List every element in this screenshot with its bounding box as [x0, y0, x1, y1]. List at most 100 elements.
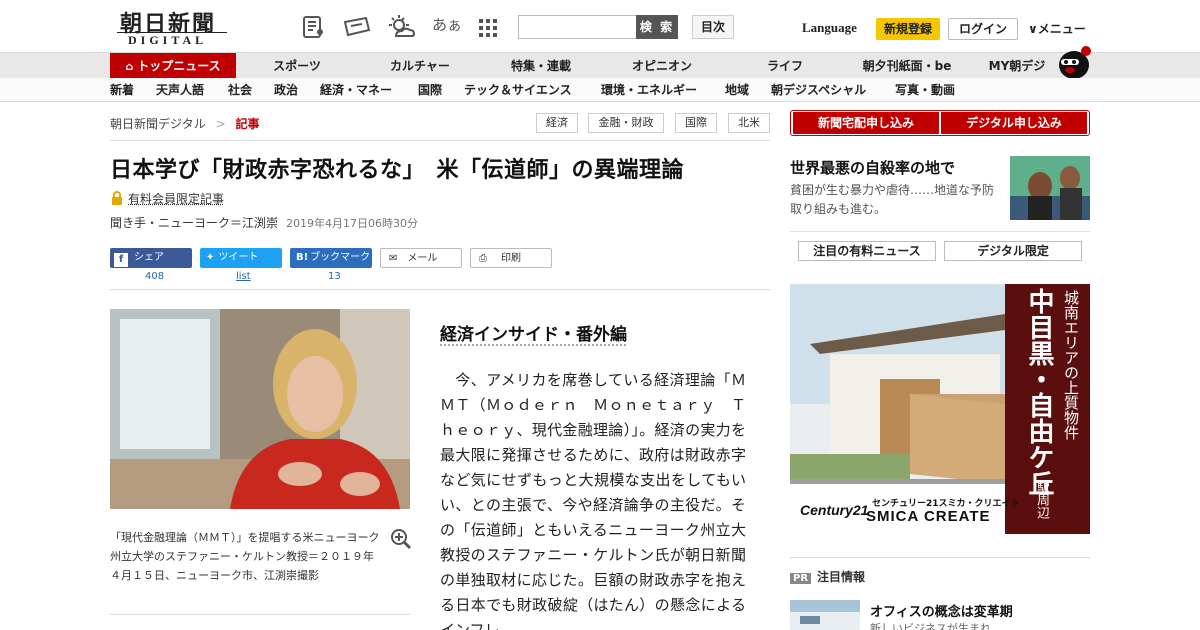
- subnav-photo[interactable]: 写真・動画: [895, 78, 955, 102]
- ad-banner[interactable]: 城南エリアの上質物件 中目黒・自由ケ丘 駅周辺 Century21 センチュリー…: [790, 284, 1090, 534]
- subnav-politics[interactable]: 政治: [274, 78, 298, 102]
- featured-title[interactable]: 世界最悪の自殺率の地で: [790, 157, 955, 178]
- hatena-bookmark-button[interactable]: B! ブックマーク: [290, 248, 372, 268]
- article-photo[interactable]: [110, 309, 410, 509]
- subnav-society[interactable]: 社会: [228, 78, 252, 102]
- font-size-icon[interactable]: あぁ: [432, 14, 462, 35]
- mascot-icon[interactable]: [1056, 45, 1092, 79]
- featured-thumbnail[interactable]: [1010, 156, 1090, 220]
- share-label: シェア: [134, 252, 164, 263]
- newspaper-delivery-button[interactable]: 新聞宅配申し込み: [793, 112, 939, 134]
- menu-label: メニュー: [1037, 22, 1086, 36]
- grid-icon[interactable]: [478, 14, 498, 40]
- share-count: 408: [145, 271, 165, 282]
- facebook-icon: f: [114, 253, 128, 267]
- login-button[interactable]: ログイン: [948, 18, 1018, 40]
- nav-features[interactable]: 特集・連載: [500, 53, 582, 79]
- facebook-share-button[interactable]: f シェア: [110, 248, 192, 268]
- mail-label: メール: [407, 253, 438, 264]
- article-body: 今、アメリカを席巻している経済理論「ＭＭＴ（Ｍｏｄｅｒｎ Ｍｏｎｅｔａｒｙ Ｔｈ…: [440, 371, 746, 630]
- tweet-label: ツイート: [218, 252, 259, 263]
- ad-tagline: 城南エリアの上質物件: [1062, 290, 1080, 440]
- pr-subtitle: 新しいビジネスが生まれ: [870, 622, 991, 630]
- chevron-down-icon: ∨: [1028, 22, 1038, 36]
- subnav-tensei[interactable]: 天声人語: [156, 78, 204, 102]
- byline-author: 聞き手・ニューヨーク＝江渕崇: [110, 216, 279, 230]
- divider: [110, 140, 770, 141]
- ad-company-en: SMICA CREATE: [866, 508, 991, 525]
- newspaper-icon[interactable]: [300, 14, 326, 40]
- print-label: 印刷: [501, 253, 521, 264]
- home-icon: ⌂: [125, 60, 134, 73]
- article-title: 日本学び「財政赤字恐れるな」 米「伝道師」の異端理論: [110, 158, 685, 183]
- divider: [110, 289, 770, 290]
- tag-economy[interactable]: 経済: [536, 113, 578, 133]
- logo-digital[interactable]: DIGITAL: [128, 33, 207, 48]
- subnav-tech[interactable]: テック＆サイエンス: [464, 78, 572, 102]
- pr-label-text: 注目情報: [817, 570, 866, 584]
- print-button[interactable]: ⎙ 印刷: [470, 248, 552, 268]
- print-icon: ⎙: [479, 253, 487, 264]
- tag-international[interactable]: 国際: [675, 113, 717, 133]
- tag-north-america[interactable]: 北米: [728, 113, 770, 133]
- subnav-special[interactable]: 朝デジスペシャル: [771, 78, 866, 102]
- breadcrumb: 朝日新聞デジタル > 記事: [110, 115, 260, 132]
- sub-nav: 新着 天声人語 社会 政治 経済・マネー 国際 テック＆サイエンス 環境・エネル…: [0, 78, 1200, 102]
- divider: [790, 231, 1090, 232]
- divider: [110, 614, 410, 615]
- language-link[interactable]: Language: [802, 20, 857, 36]
- nav-paper[interactable]: 朝夕刊紙面・be: [852, 53, 962, 79]
- member-only-label[interactable]: 有料会員限定記事: [128, 190, 224, 207]
- pr-thumbnail[interactable]: [790, 600, 860, 630]
- pr-section-label: PR 注目情報: [790, 568, 865, 585]
- search-button[interactable]: 検 索: [636, 15, 678, 39]
- bookmark-count: 13: [328, 271, 341, 282]
- mail-button[interactable]: ✉ メール: [380, 248, 462, 268]
- table-of-contents-button[interactable]: 目次: [692, 15, 734, 39]
- top-header: 朝日新聞 DIGITAL あぁ 検 索 目次 Language 新規登録 ログイ…: [0, 0, 1200, 52]
- nav-label: トップニュース: [137, 59, 221, 73]
- nav-culture[interactable]: カルチャー: [378, 53, 462, 79]
- twitter-icon: ✦: [206, 252, 215, 263]
- ad-headline: 中目黒・自由ケ丘: [1024, 288, 1054, 496]
- digital-subscribe-button[interactable]: デジタル申し込み: [941, 112, 1087, 134]
- subnav-environment[interactable]: 環境・エネルギー: [601, 78, 697, 102]
- menu-button[interactable]: ∨メニュー: [1028, 20, 1086, 37]
- nav-my-asadigi[interactable]: MY朝デジ: [982, 53, 1052, 79]
- ad-station: 駅周辺: [1034, 480, 1049, 519]
- pr-badge: PR: [790, 573, 812, 584]
- twitter-share-button[interactable]: ✦ ツイート: [200, 248, 282, 268]
- main-nav: ⌂ トップニュース スポーツ カルチャー 特集・連載 オピニオン ライフ 朝夕刊紙…: [0, 46, 1200, 79]
- nav-life[interactable]: ライフ: [756, 53, 814, 79]
- tag-finance[interactable]: 金融・財政: [588, 113, 664, 133]
- subnav-economy[interactable]: 経済・マネー: [320, 78, 392, 102]
- ticket-icon[interactable]: [342, 14, 372, 40]
- byline: 聞き手・ニューヨーク＝江渕崇 2019年4月17日06時30分: [110, 214, 418, 231]
- subnav-region[interactable]: 地域: [725, 78, 749, 102]
- pr-title[interactable]: オフィスの概念は変革期: [870, 601, 1013, 620]
- register-button[interactable]: 新規登録: [876, 18, 940, 40]
- tweet-count[interactable]: list: [236, 271, 251, 282]
- zoom-icon[interactable]: [390, 528, 412, 550]
- tab-paid-news[interactable]: 注目の有料ニュース: [798, 241, 936, 261]
- subnav-international[interactable]: 国際: [418, 78, 442, 102]
- photo-corner: [110, 309, 120, 319]
- nav-sports[interactable]: スポーツ: [262, 53, 332, 79]
- breadcrumb-current: 記事: [235, 117, 260, 131]
- tab-digital-only[interactable]: デジタル限定: [944, 241, 1082, 261]
- subnav-new[interactable]: 新着: [110, 78, 134, 102]
- nav-top-news[interactable]: ⌂ トップニュース: [110, 53, 236, 79]
- breadcrumb-separator: >: [215, 117, 226, 131]
- section-heading[interactable]: 経済インサイド・番外編: [440, 320, 627, 345]
- weather-icon[interactable]: [386, 14, 416, 40]
- search-input[interactable]: [518, 15, 638, 39]
- nav-opinion[interactable]: オピニオン: [622, 53, 702, 79]
- hatena-icon: B!: [296, 252, 309, 263]
- bookmark-label: ブックマーク: [310, 252, 371, 263]
- mail-icon: ✉: [389, 253, 398, 264]
- article-date: 2019年4月17日06時30分: [286, 217, 418, 230]
- featured-desc: 貧困が生む暴力や虐待……地道な予防取り組みも進む。: [790, 183, 995, 216]
- century21-logo: Century21: [800, 502, 869, 518]
- photo-kelton: [110, 309, 410, 509]
- breadcrumb-home[interactable]: 朝日新聞デジタル: [110, 117, 206, 131]
